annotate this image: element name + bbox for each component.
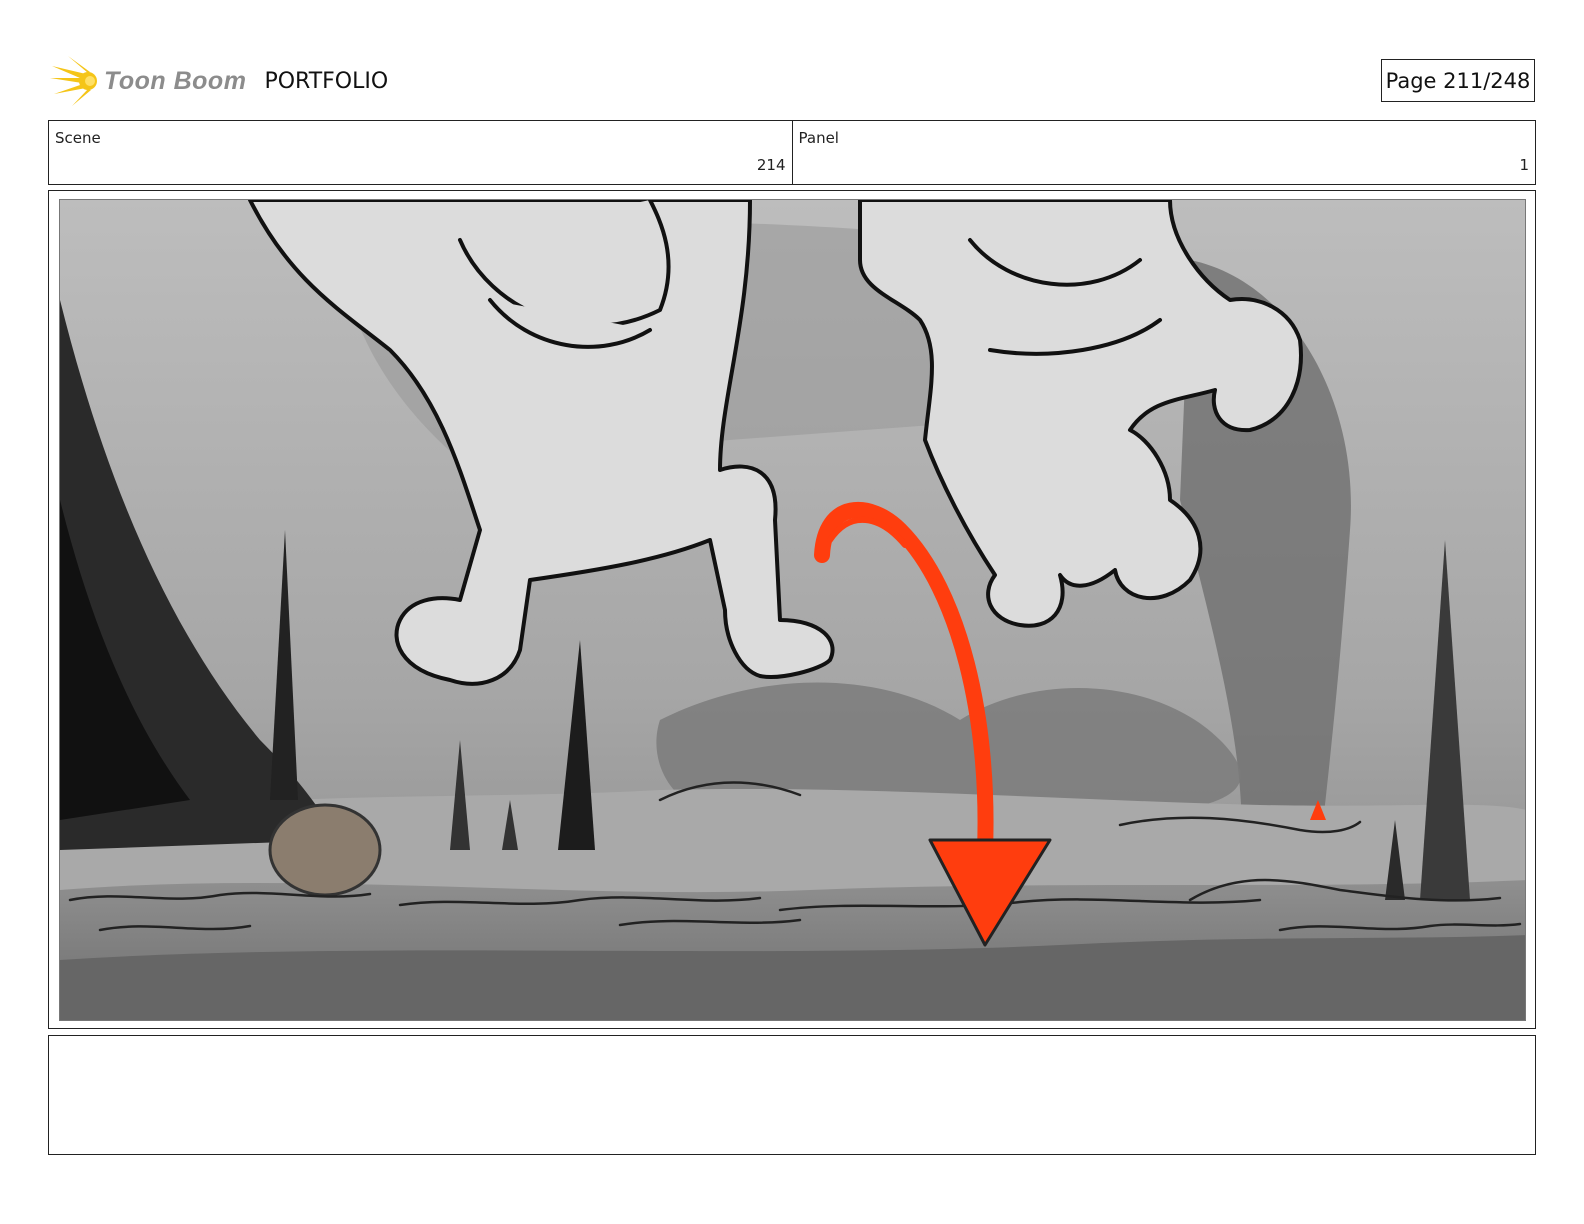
panel-cell: Panel 1 [791,121,1536,184]
toon-boom-logo: Toon Boom PORTFOLIO [50,56,388,106]
panel-value: 1 [1519,156,1529,174]
scene-cell: Scene 214 [49,121,792,184]
page-indicator-text: Page 211/248 [1385,68,1531,93]
panel-notes-box [48,1035,1536,1155]
storyboard-sketch-drawing [60,200,1525,1020]
burst-icon [50,56,97,106]
scene-panel-info: Scene 214 Panel 1 [48,120,1536,185]
section-title: PORTFOLIO [264,68,389,94]
scene-label: Scene [55,129,101,147]
logo-wordmark: Toon Boom [104,66,247,95]
storyboard-panel-image [59,199,1526,1021]
scene-value: 214 [756,156,786,174]
panel-label: Panel [798,129,839,147]
page-indicator: Page 211/248 [1381,59,1535,102]
